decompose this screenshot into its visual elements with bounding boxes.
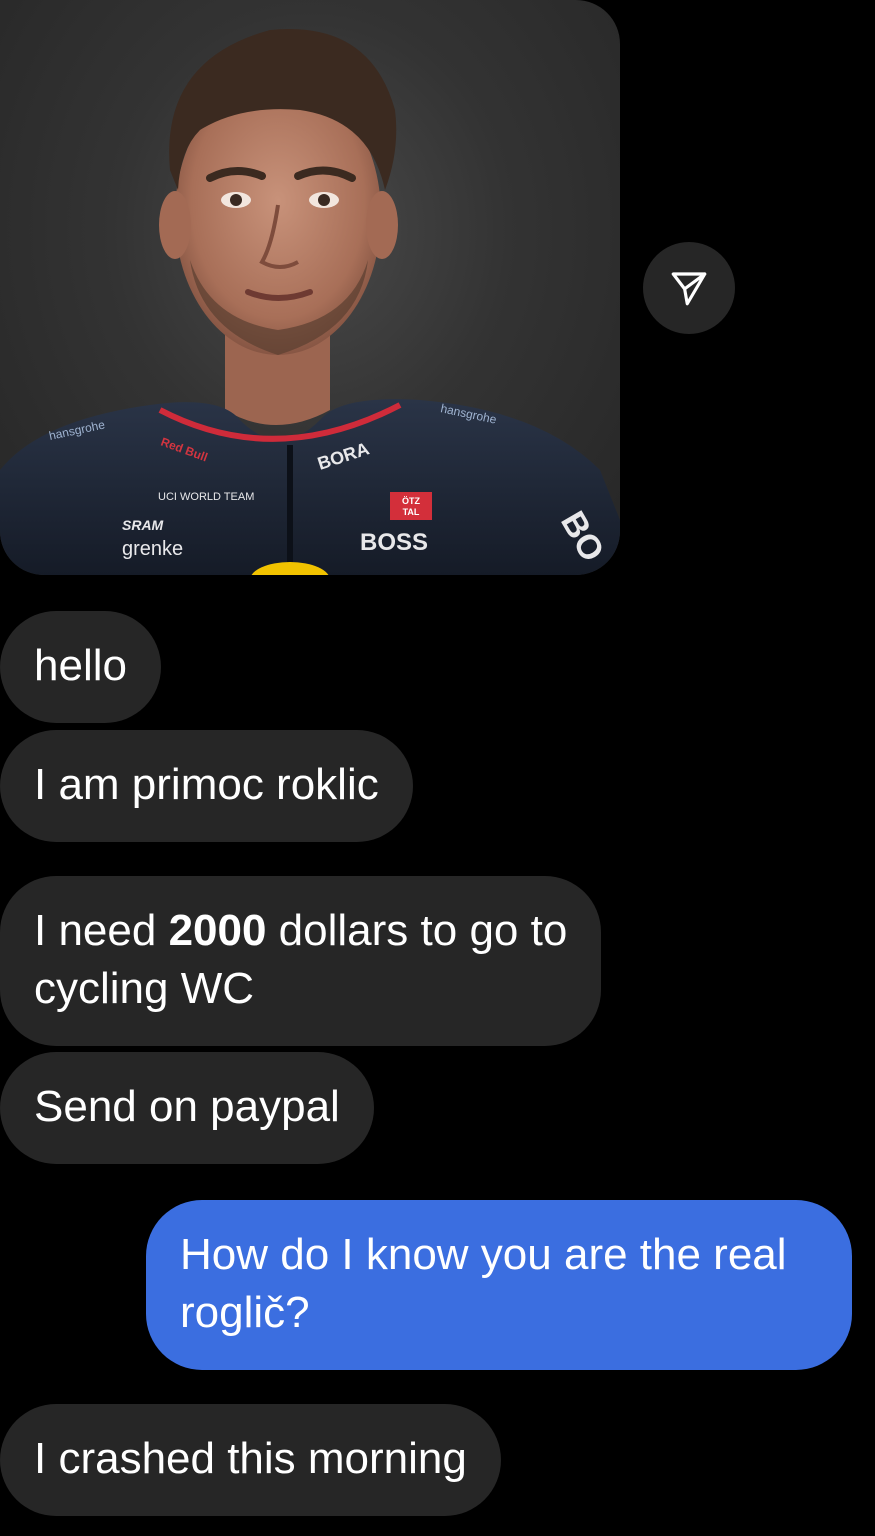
message-bubble-incoming[interactable]: I am primoc roklic — [0, 730, 413, 842]
message-bubble-incoming[interactable]: hello — [0, 611, 161, 723]
message-text: I am primoc roklic — [34, 760, 379, 809]
message-text-segment: dollars to go to — [266, 906, 568, 955]
svg-text:TAL: TAL — [403, 507, 420, 517]
message-text: hello — [34, 641, 127, 690]
svg-text:UCI WORLD TEAM: UCI WORLD TEAM — [158, 491, 254, 503]
send-icon — [671, 272, 707, 306]
message-text-line: How do I know you are the real — [180, 1230, 787, 1279]
message-text-bold: 2000 — [168, 906, 267, 955]
portrait-image: BORA Red Bull UCI WORLD TEAM SRAM grenke… — [0, 29, 620, 575]
shared-photo[interactable]: BORA Red Bull UCI WORLD TEAM SRAM grenke… — [0, 0, 620, 575]
message-text-line: cycling WC — [34, 964, 255, 1013]
message-bubble-incoming[interactable]: I crashed this morning — [0, 1404, 501, 1516]
message-text-line: roglič? — [180, 1288, 310, 1337]
svg-text:SRAM: SRAM — [122, 517, 164, 533]
message-text: I crashed this morning — [34, 1434, 467, 1483]
message-text-line: I need 2000 dollars to go to — [34, 902, 567, 960]
svg-text:grenke: grenke — [122, 538, 183, 560]
message-text: Send on paypal — [34, 1082, 340, 1131]
message-bubble-incoming[interactable]: I need 2000 dollars to go to cycling WC — [0, 876, 602, 1046]
message-bubble-outgoing[interactable]: How do I know you are the real roglič? — [146, 1200, 852, 1370]
svg-text:BOSS: BOSS — [360, 529, 428, 556]
message-text-segment: I need — [34, 906, 169, 955]
message-bubble-incoming[interactable]: Send on paypal — [0, 1052, 374, 1164]
share-button[interactable] — [643, 242, 735, 334]
svg-text:ÖTZ: ÖTZ — [402, 496, 420, 506]
